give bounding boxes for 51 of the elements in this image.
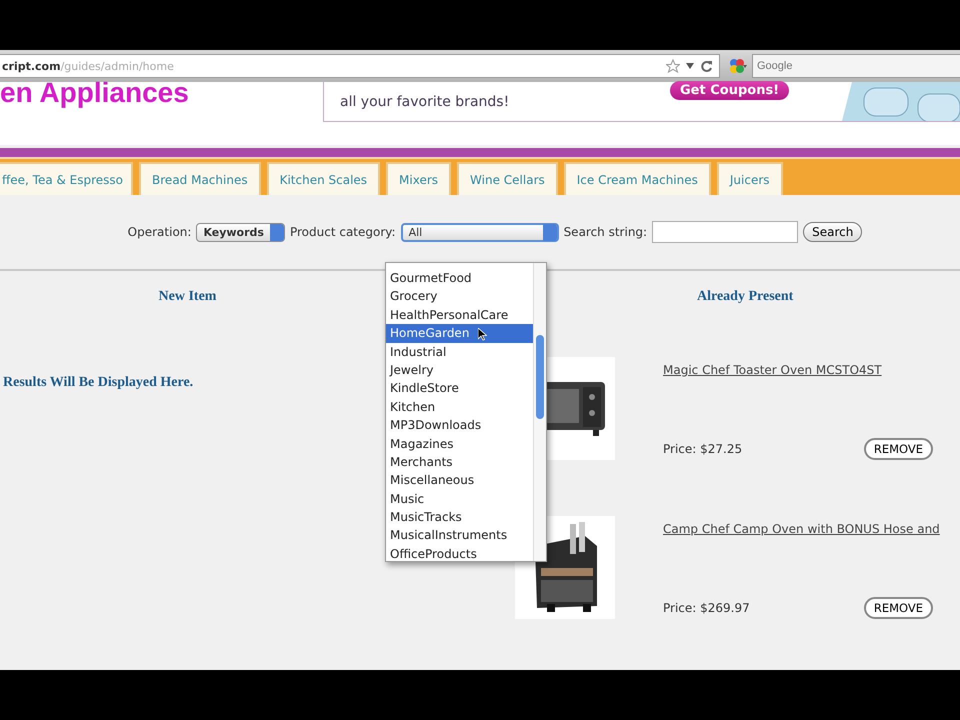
product-link[interactable]: Magic Chef Toaster Oven MCSTO4ST	[663, 363, 958, 377]
scrollbar-thumb[interactable]	[536, 335, 544, 419]
cursor-icon	[478, 328, 487, 341]
category-option[interactable]: MP3Downloads	[386, 416, 533, 435]
category-option[interactable]: Miscellaneous	[386, 471, 533, 490]
site-title: en Appliances	[0, 78, 190, 108]
category-option[interactable]: OfficeProducts	[386, 544, 533, 561]
category-option[interactable]: HealthPersonalCare	[386, 306, 533, 324]
category-tab[interactable]: Bread Machines	[139, 162, 261, 195]
search-engine-icon[interactable]	[728, 57, 748, 75]
column-heading: Already Present	[696, 289, 794, 305]
category-tab[interactable]: Mixers	[386, 162, 452, 195]
category-option[interactable]: Music	[386, 490, 533, 508]
category-option[interactable]: HomeGarden	[386, 324, 533, 343]
star-icon[interactable]	[666, 59, 680, 73]
category-option[interactable]: Grocery	[386, 287, 533, 306]
search-field[interactable]: Google	[752, 54, 960, 78]
category-option[interactable]: GourmetFood	[386, 269, 533, 288]
reload-icon[interactable]	[700, 60, 713, 72]
product-price: Price: $269.97	[663, 601, 750, 615]
operation-label: Operation:	[128, 225, 192, 239]
category-select[interactable]: All	[400, 222, 559, 242]
category-option[interactable]: Merchants	[386, 452, 533, 472]
url-text: cript.com/guides/admin/home	[2, 60, 175, 72]
results-message: Results Will Be Displayed Here.	[3, 375, 194, 391]
search-string-field[interactable]	[652, 221, 798, 243]
category-option[interactable]: Magazines	[386, 434, 533, 453]
category-option[interactable]: Kitchen	[386, 398, 533, 416]
ad-text: all your favorite brands!	[339, 94, 510, 110]
coupons-button[interactable]: Get Coupons!	[670, 81, 790, 100]
operation-select[interactable]: Keywords	[196, 222, 285, 242]
category-tab[interactable]: Juicers	[716, 162, 783, 195]
dropdown-icon[interactable]	[686, 63, 694, 69]
search-string-label: Search string:	[564, 225, 648, 239]
category-tab[interactable]: Kitchen Scales	[266, 162, 380, 195]
search-button[interactable]: Search	[803, 222, 862, 242]
remove-button[interactable]: REMOVE	[864, 597, 933, 619]
remove-button[interactable]: REMOVE	[864, 438, 933, 460]
product-link[interactable]: Camp Chef Camp Oven with BONUS Hose and	[663, 522, 958, 536]
category-label: Product category:	[290, 225, 396, 239]
category-option[interactable]: MusicalInstruments	[386, 526, 533, 545]
column-heading: New Item	[158, 289, 218, 305]
product-price: Price: $27.25	[663, 442, 742, 456]
category-tab[interactable]: ffee, Tea & Espresso	[0, 162, 134, 195]
address-bar[interactable]: cript.com/guides/admin/home	[0, 54, 720, 78]
category-tab[interactable]: Wine Cellars	[457, 162, 558, 195]
category-option[interactable]: Industrial	[386, 342, 533, 361]
category-option[interactable]: KindleStore	[386, 379, 533, 398]
category-option[interactable]: Jewelry	[386, 360, 533, 380]
category-option[interactable]: MusicTracks	[386, 508, 533, 526]
category-tab[interactable]: Ice Cream Machines	[564, 162, 711, 195]
